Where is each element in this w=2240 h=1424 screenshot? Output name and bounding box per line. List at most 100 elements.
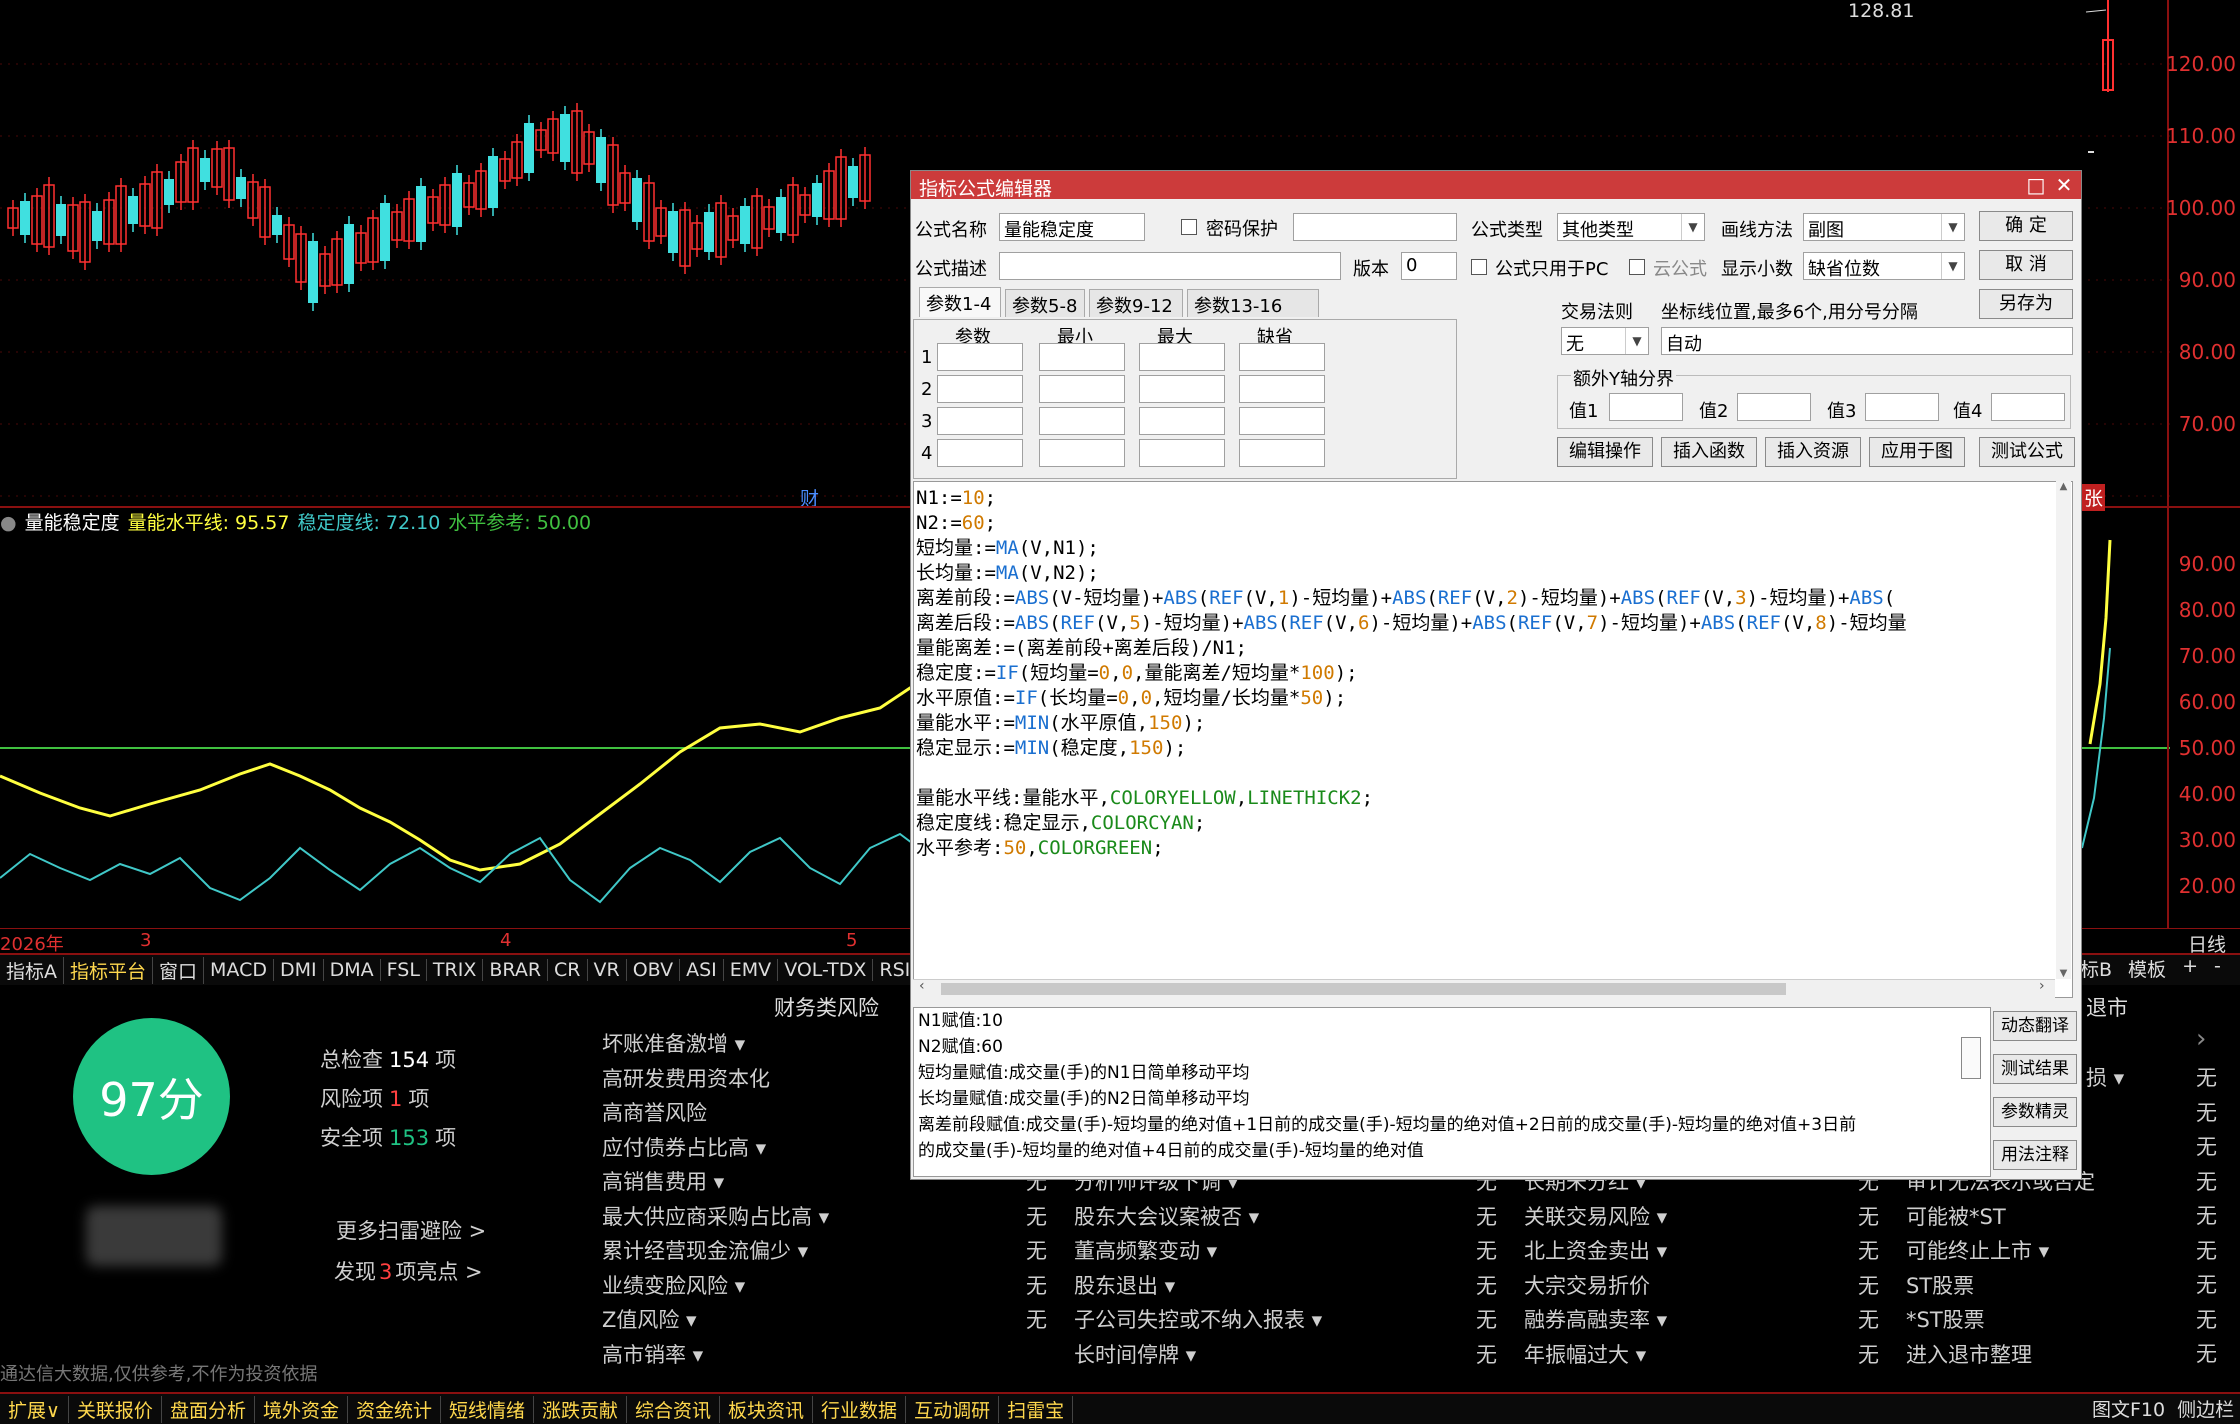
param-cell-input[interactable] [937, 439, 1023, 467]
status-bar-right-item[interactable]: 侧边栏 ≫ [2171, 1395, 2240, 1422]
status-bar-item[interactable]: 综合资讯 [627, 1395, 721, 1423]
param-tab[interactable]: 参数13-16 [1187, 289, 1319, 317]
param-cell-input[interactable] [1139, 375, 1225, 403]
maximize-icon[interactable]: □ [2023, 173, 2049, 197]
param-tab[interactable]: 参数9-12 [1089, 289, 1183, 317]
status-bar-item[interactable]: 短线情绪 [441, 1395, 534, 1423]
notes-scrollbar[interactable] [1961, 1037, 1981, 1079]
status-bar-item[interactable]: 涨跌贡献 [534, 1395, 628, 1423]
indicator-tab[interactable]: MACD [204, 959, 274, 981]
status-bar-item[interactable]: 扩展∨ [0, 1395, 69, 1423]
risk-expand-icon[interactable]: › [2196, 1024, 2206, 1054]
status-bar-item[interactable]: 行业数据 [813, 1395, 907, 1423]
risk-item[interactable]: 大宗交易折价 [1524, 1270, 1650, 1300]
risk-item[interactable]: *ST股票 [1906, 1304, 1985, 1334]
risk-item[interactable]: 股东退出 ▾ [1074, 1270, 1175, 1300]
risk-item[interactable]: Z值风险 ▾ [602, 1304, 697, 1334]
param-cell-input[interactable] [1239, 439, 1325, 467]
side-button[interactable]: 参数精灵 [1993, 1097, 2077, 1127]
decimals-select[interactable]: 缺省位数 ▼ [1803, 252, 1965, 280]
scroll-right-icon[interactable]: › [2039, 978, 2045, 994]
param-cell-input[interactable] [937, 407, 1023, 435]
scroll-down-icon[interactable]: ▼ [2056, 968, 2071, 979]
code-vertical-scrollbar[interactable]: ▲ ▼ [2056, 481, 2071, 979]
code-horizontal-scrollbar[interactable]: ‹ › [913, 978, 2055, 998]
value2-input[interactable] [1737, 393, 1811, 421]
param-cell-input[interactable] [1139, 407, 1225, 435]
param-cell-input[interactable] [937, 375, 1023, 403]
horizontal-scroll-thumb[interactable] [941, 983, 1786, 995]
close-icon[interactable]: ✕ [2051, 173, 2077, 197]
save-as-button[interactable]: 另存为 [1979, 289, 2073, 319]
password-input[interactable] [1293, 213, 1457, 241]
param-cell-input[interactable] [937, 343, 1023, 371]
value1-input[interactable] [1609, 393, 1683, 421]
risk-item[interactable]: 进入退市整理 [1906, 1339, 2032, 1369]
risk-item[interactable]: 可能终止上市 ▾ [1906, 1235, 2049, 1265]
indicator-tab[interactable]: OBV [627, 959, 681, 981]
risk-item[interactable]: 子公司失控或不纳入报表 ▾ [1074, 1304, 1322, 1334]
status-bar-item[interactable]: 扫雷宝 [999, 1395, 1074, 1423]
risk-item[interactable]: 北上资金卖出 ▾ [1524, 1235, 1667, 1265]
trade-rule-select[interactable]: 无 ▼ [1561, 327, 1649, 355]
risk-item[interactable]: 高研发费用资本化 [602, 1063, 770, 1093]
action-button[interactable]: 应用于图 [1869, 437, 1965, 467]
risk-item[interactable]: 可能被*ST [1906, 1201, 2006, 1231]
indicator-tab[interactable]: DMI [274, 959, 324, 981]
status-bar-item[interactable]: 板块资讯 [720, 1395, 814, 1423]
draw-method-select[interactable]: 副图 ▼ [1803, 213, 1965, 241]
cloud-checkbox[interactable] [1629, 259, 1645, 275]
risk-item[interactable]: 业绩变脸风险 ▾ [602, 1270, 745, 1300]
formula-desc-input[interactable] [999, 252, 1341, 280]
zhang-badge[interactable]: 张 [2082, 484, 2106, 511]
indicator-tab[interactable]: 指标A [0, 956, 64, 984]
risk-item[interactable]: 高销售费用 ▾ [602, 1166, 724, 1196]
param-cell-input[interactable] [1239, 375, 1325, 403]
indicator-tab[interactable]: VOL-TDX [778, 959, 874, 981]
indicator-tab[interactable]: DMA [324, 959, 381, 981]
risk-item[interactable]: 高商誉风险 [602, 1097, 707, 1127]
code-editor[interactable]: N1:=10; N2:=60; 短均量:=MA(V,N1); 长均量:=MA(V,N2… [913, 481, 2073, 998]
indicator-tab-right[interactable]: 模板 [2120, 955, 2174, 983]
indicator-tab[interactable]: FSL [381, 959, 427, 981]
status-bar-item[interactable]: 资金统计 [348, 1395, 441, 1423]
status-bar-item[interactable]: 境外资金 [255, 1395, 348, 1423]
password-checkbox[interactable] [1181, 219, 1197, 235]
ok-button[interactable]: 确 定 [1979, 211, 2073, 241]
side-button[interactable]: 测试结果 [1993, 1054, 2077, 1084]
risk-item[interactable]: 关联交易风险 ▾ [1524, 1201, 1667, 1231]
indicator-tab[interactable]: VR [588, 959, 627, 981]
more-scan-link[interactable]: 更多扫雷避险 > [336, 1215, 486, 1245]
action-button[interactable]: 插入函数 [1661, 437, 1757, 467]
scroll-up-icon[interactable]: ▲ [2056, 481, 2071, 492]
action-button[interactable]: 编辑操作 [1557, 437, 1653, 467]
formula-editor-dialog[interactable]: 指标公式编辑器 □ ✕ 公式名称 量能稳定度 密码保护 公式类型 其他类型 ▼ 画… [910, 170, 2082, 1180]
risk-item[interactable]: 最大供应商采购占比高 ▾ [602, 1201, 829, 1231]
dialog-title-bar[interactable]: 指标公式编辑器 □ ✕ [911, 171, 2081, 200]
status-bar-item[interactable]: 关联报价 [69, 1395, 162, 1423]
risk-item[interactable]: 融券高融卖率 ▾ [1524, 1304, 1667, 1334]
highlights-link[interactable]: 发现 3 项亮点 > [334, 1256, 483, 1286]
side-button[interactable]: 动态翻译 [1993, 1011, 2077, 1041]
risk-item[interactable]: 股东大会议案被否 ▾ [1074, 1201, 1259, 1231]
indicator-tab[interactable]: ASI [680, 959, 724, 981]
action-button[interactable]: 插入资源 [1765, 437, 1861, 467]
status-bar-item[interactable]: 盘面分析 [162, 1395, 255, 1423]
param-cell-input[interactable] [1139, 343, 1225, 371]
param-tab[interactable]: 参数5-8 [1005, 289, 1085, 317]
indicator-tab[interactable]: 窗口 [153, 956, 205, 984]
cancel-button[interactable]: 取 消 [1979, 250, 2073, 280]
status-bar-right-item[interactable]: 图文F10 [2086, 1395, 2171, 1422]
indicator-tab[interactable]: 指标平台 [64, 956, 154, 984]
risk-item[interactable]: 损 ▾ [2086, 1062, 2124, 1092]
scroll-left-icon[interactable]: ‹ [919, 978, 925, 994]
indicator-tab[interactable]: CR [548, 959, 588, 981]
value3-input[interactable] [1865, 393, 1939, 421]
formula-name-input[interactable]: 量能稳定度 [999, 213, 1145, 241]
param-cell-input[interactable] [1239, 407, 1325, 435]
status-bar-item[interactable]: 互动调研 [906, 1395, 1000, 1423]
formula-type-select[interactable]: 其他类型 ▼ [1557, 213, 1705, 241]
param-cell-input[interactable] [1039, 439, 1125, 467]
side-button[interactable]: 用法注释 [1993, 1140, 2077, 1170]
risk-item[interactable]: ST股票 [1906, 1270, 1974, 1300]
